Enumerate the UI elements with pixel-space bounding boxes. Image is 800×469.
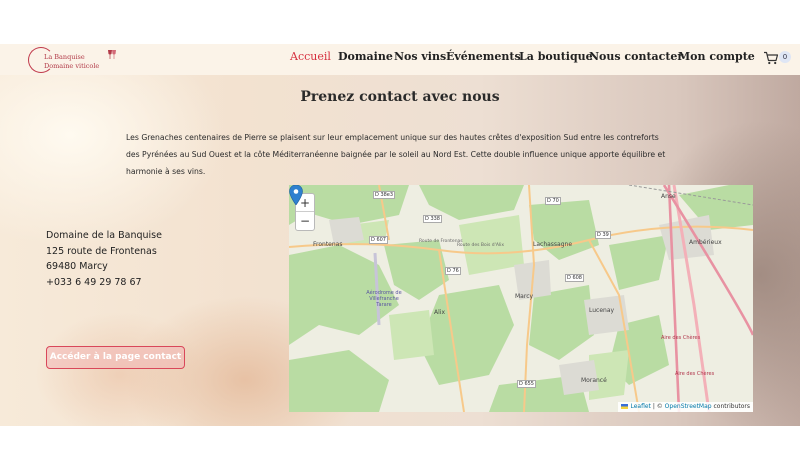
logo-line1: La Banquise [44, 53, 85, 61]
cart-icon[interactable] [763, 51, 779, 65]
map-label-frontenas: Frontenas [313, 241, 343, 248]
site-header: La Banquise Domaine viticole Accueil Dom… [0, 44, 800, 75]
road-label: D 608 [565, 274, 584, 282]
page-title: Prenez contact avec nous [300, 89, 500, 105]
road-label: D 76 [445, 267, 461, 275]
address-street: 125 route de Frontenas [46, 245, 157, 257]
nav-accueil[interactable]: Accueil [290, 50, 331, 63]
address-block: Domaine de la Banquise 125 route de Fron… [46, 228, 162, 290]
map-attribution: Leaflet | © OpenStreetMap contributors [618, 402, 753, 412]
nav-nous-contacter[interactable]: Nous contacter [589, 50, 683, 63]
map-label-anse: Anse [661, 193, 676, 200]
map-label-morance: Morancé [581, 377, 607, 384]
map-label-marcy: Marcy [515, 293, 534, 300]
intro-paragraph: Les Grenaches centenaires de Pierre se p… [126, 133, 666, 176]
road-label: D 70 [545, 197, 561, 205]
map-label-lachassagne: Lachassagne [533, 241, 573, 248]
nav-la-boutique[interactable]: La boutique [519, 50, 593, 63]
address-city: 69480 Marcy [46, 261, 108, 272]
road-label: D 655 [517, 380, 536, 388]
location-map[interactable]: + − Anse Ambérieux Frontenas Lachassagne… [289, 185, 753, 412]
map-label-aerodrome: Aérodrome de Villefranche Tarare [366, 290, 402, 308]
zoom-out-button[interactable]: − [296, 212, 314, 230]
map-label-aire-2: Aire des Chères [675, 371, 715, 377]
map-label-amberieux: Ambérieux [689, 239, 722, 246]
leaflet-link[interactable]: Leaflet [630, 403, 650, 410]
wine-glass-icon [108, 50, 116, 59]
contact-page-button[interactable]: Accéder à la page contact [46, 346, 185, 369]
logo-line2: Domaine viticole [44, 62, 100, 70]
road-label: D 607 [369, 236, 388, 244]
map-label-aire-1: Aire des Chères [661, 335, 701, 341]
map-marker-icon[interactable] [289, 185, 303, 205]
road-label: D 38e3 [373, 191, 396, 199]
flag-icon [621, 404, 629, 409]
contact-hero: Prenez contact avec nous Les Grenaches c… [0, 75, 800, 426]
attribution-separator: | © [650, 403, 665, 410]
map-label-alix: Alix [434, 309, 445, 316]
cart-count-badge: 0 [779, 51, 791, 63]
road-name-label: Route des Bois d'Alix [457, 243, 505, 248]
site-logo[interactable]: La Banquise Domaine viticole [28, 47, 120, 73]
nav-domaine[interactable]: Domaine [338, 50, 393, 63]
attribution-suffix: contributors [711, 403, 751, 410]
road-label: D 39 [595, 231, 611, 239]
address-name: Domaine de la Banquise [46, 230, 162, 241]
nav-nos-vins[interactable]: Nos vins [394, 50, 446, 63]
nav-evenements[interactable]: Événements [446, 50, 521, 63]
top-whitespace [0, 0, 800, 44]
address-phone[interactable]: +033 6 49 29 78 67 [46, 275, 162, 291]
map-label-lucenay: Lucenay [589, 307, 615, 314]
osm-link[interactable]: OpenStreetMap [665, 403, 712, 410]
road-label: D 338 [423, 215, 442, 223]
nav-mon-compte[interactable]: Mon compte [678, 50, 755, 63]
